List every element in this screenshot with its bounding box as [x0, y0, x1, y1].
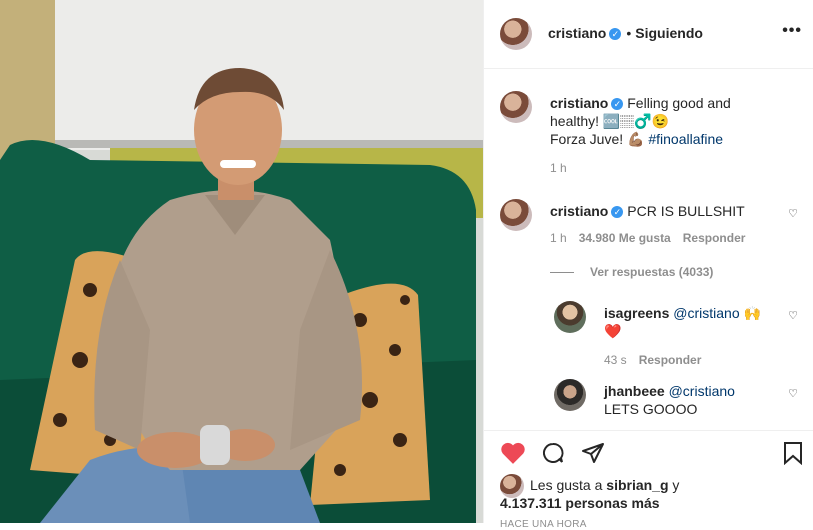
- photo-illustration: [0, 0, 483, 523]
- reply-mention[interactable]: @cristiano: [673, 305, 739, 321]
- like-icon[interactable]: [500, 441, 526, 470]
- reply-button[interactable]: Responder: [639, 353, 702, 367]
- reply-time[interactable]: 43 s: [604, 353, 627, 367]
- header-separator: •: [626, 25, 632, 41]
- caption-meta: 1 h: [550, 161, 567, 175]
- post-footer: Les gusta a sibrian_g y 4.137.311 person…: [484, 430, 813, 530]
- comment-item: cristiano ✓ PCR IS BULLSHIT ♡ 1 h 34.980 M…: [500, 199, 798, 309]
- post-timestamp[interactable]: HACE UNA HORA: [500, 519, 587, 530]
- more-options-icon[interactable]: •••: [782, 22, 802, 40]
- bookmark-icon[interactable]: [782, 441, 804, 470]
- likes-joiner: y: [672, 477, 680, 493]
- caption-username[interactable]: cristiano: [550, 95, 608, 111]
- reply-username[interactable]: jhanbeee: [604, 383, 665, 399]
- reply-avatar[interactable]: [554, 379, 586, 411]
- reply-button[interactable]: Responder: [683, 231, 746, 245]
- caption-avatar[interactable]: [500, 91, 532, 123]
- post-header-title: cristiano ✓ • Siguiendo: [548, 25, 703, 43]
- author-avatar[interactable]: [500, 18, 532, 50]
- caption-time[interactable]: 1 h: [550, 161, 567, 175]
- share-icon[interactable]: [580, 441, 606, 470]
- verified-icon: ✓: [609, 28, 622, 40]
- likes-count[interactable]: 4.137.311 personas más: [500, 495, 660, 511]
- verified-icon: ✓: [611, 206, 624, 218]
- likes-summary: Les gusta a sibrian_g y 4.137.311 person…: [500, 474, 680, 512]
- comment-username[interactable]: cristiano: [550, 203, 608, 219]
- caption-text: cristiano ✓ Felling good and healthy! 🆒🏽♂…: [550, 94, 772, 148]
- replies-divider: [550, 272, 574, 274]
- caption-line2: Forza Juve! 💪🏽: [550, 131, 645, 147]
- likes-prefix: Les gusta a: [530, 477, 603, 493]
- view-replies-button[interactable]: Ver respuestas (4033): [550, 265, 713, 279]
- post-photo[interactable]: [0, 0, 483, 523]
- reply-text: jhanbeee @cristiano LETS GOOOO: [604, 382, 772, 418]
- reply-like-icon[interactable]: ♡: [788, 387, 798, 400]
- verified-icon: ✓: [611, 98, 624, 110]
- comment-likes[interactable]: 34.980 Me gusta: [579, 231, 671, 245]
- post-header: cristiano ✓ • Siguiendo •••: [484, 0, 813, 69]
- comment-meta: 1 h 34.980 Me gusta Responder: [550, 231, 745, 245]
- author-username[interactable]: cristiano: [548, 25, 606, 41]
- reply-meta: 43 s Responder: [604, 353, 701, 367]
- reply-item: isagreens @cristiano 🙌 ❤️ ♡ 43 s Responde…: [554, 301, 798, 371]
- comment-avatar[interactable]: [500, 199, 532, 231]
- caption-hashtag[interactable]: #finoallafine: [648, 131, 723, 147]
- reply-item: jhanbeee @cristiano LETS GOOOO ♡: [554, 379, 798, 429]
- reply-avatar[interactable]: [554, 301, 586, 333]
- liker-username[interactable]: sibrian_g: [606, 477, 668, 493]
- following-button[interactable]: Siguiendo: [635, 25, 703, 41]
- reply-mention[interactable]: @cristiano: [669, 383, 735, 399]
- reply-like-icon[interactable]: ♡: [788, 309, 798, 322]
- comments-section[interactable]: cristiano ✓ Felling good and healthy! 🆒🏽♂…: [484, 69, 813, 430]
- caption: cristiano ✓ Felling good and healthy! 🆒🏽♂…: [500, 91, 798, 181]
- view-replies-label: Ver respuestas (4033): [590, 265, 714, 279]
- comment-text: cristiano ✓ PCR IS BULLSHIT: [550, 202, 772, 220]
- liker-avatar[interactable]: [500, 474, 524, 498]
- reply-username[interactable]: isagreens: [604, 305, 669, 321]
- reply-text: isagreens @cristiano 🙌 ❤️: [604, 304, 772, 340]
- reply-body: LETS GOOOO: [604, 401, 698, 417]
- post-side-panel: cristiano ✓ • Siguiendo ••• cristiano ✓ Fell…: [483, 0, 813, 530]
- comment-like-icon[interactable]: ♡: [788, 207, 798, 220]
- comment-time[interactable]: 1 h: [550, 231, 567, 245]
- comment-body: PCR IS BULLSHIT: [627, 203, 745, 219]
- comment-icon[interactable]: [540, 441, 566, 470]
